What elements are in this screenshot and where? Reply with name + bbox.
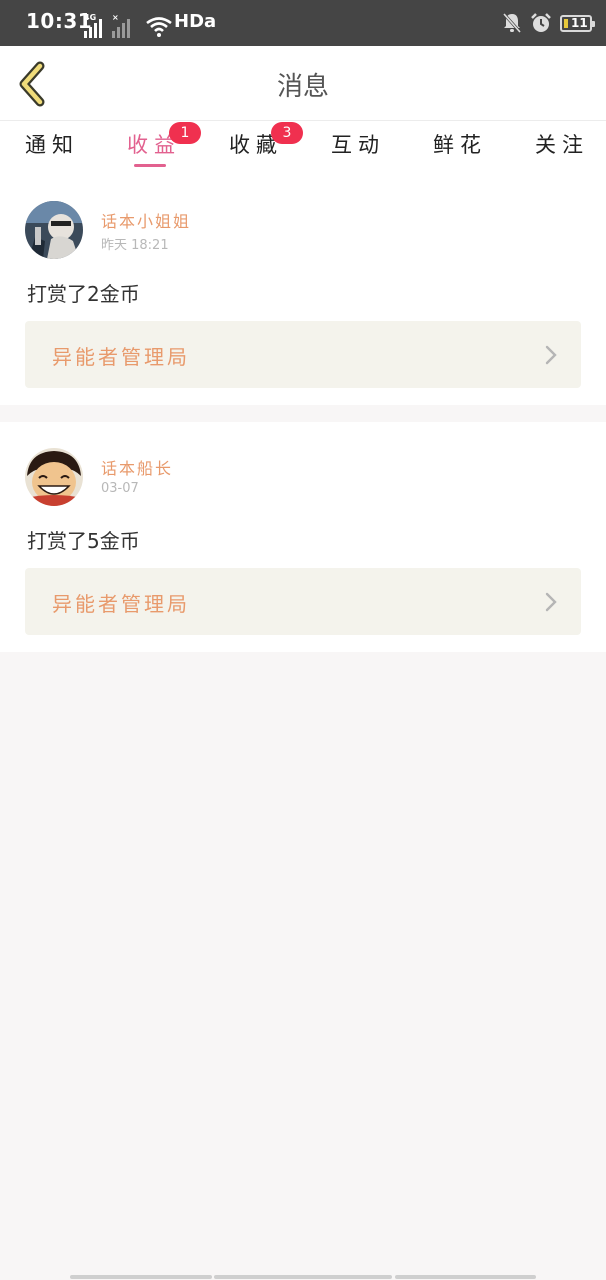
wifi-icon <box>146 17 172 37</box>
tab-label: 互动 <box>331 133 385 157</box>
tab-earnings[interactable]: 收益 1 <box>127 122 201 159</box>
tab-interactions[interactable]: 互动 <box>331 129 385 159</box>
status-bar: 10:31 4G × HDa 11 <box>0 0 606 46</box>
book-title: 异能者管理局 <box>52 345 190 369</box>
signal-indicators: 4G × <box>84 12 130 38</box>
status-time: 10:31 <box>26 9 93 33</box>
signal-no-sim-icon: × <box>112 13 130 38</box>
tab-follows[interactable]: 关注 <box>535 129 589 159</box>
tab-notifications[interactable]: 通知 <box>25 129 79 159</box>
unread-badge: 1 <box>169 122 201 144</box>
network-type: HDa <box>174 11 217 32</box>
book-link[interactable]: 异能者管理局 <box>25 321 581 388</box>
active-tab-indicator <box>134 164 166 167</box>
message-time: 03-07 <box>101 481 139 496</box>
book-title: 异能者管理局 <box>52 592 190 616</box>
header: 消息 <box>0 46 606 121</box>
tab-label: 关注 <box>535 133 589 157</box>
avatar[interactable] <box>25 448 83 506</box>
network-label: 4G <box>84 13 97 22</box>
book-link[interactable]: 异能者管理局 <box>25 568 581 635</box>
message-text: 打赏了5金币 <box>27 529 140 553</box>
tab-flowers[interactable]: 鲜花 <box>433 129 487 159</box>
tab-label: 通知 <box>25 133 79 157</box>
tab-favorites[interactable]: 收藏 3 <box>229 122 303 159</box>
message-time: 昨天 18:21 <box>101 238 169 253</box>
status-right-icons: 11 <box>502 12 595 34</box>
tab-bar: 通知 收益 1 收藏 3 互动 鲜花 关注 <box>0 121 606 175</box>
sender-name[interactable]: 话本小姐姐 <box>101 208 191 232</box>
unread-badge: 3 <box>271 122 303 144</box>
sender-name[interactable]: 话本船长 <box>101 455 173 479</box>
chevron-right-icon <box>545 592 557 612</box>
page-title: 消息 <box>276 72 329 102</box>
message-card: 话本小姐姐 昨天 18:21 打赏了2金币 异能者管理局 <box>0 175 606 405</box>
signal-icon: 4G <box>84 13 102 38</box>
battery-icon: 11 <box>560 14 595 32</box>
battery-level: 11 <box>571 15 588 30</box>
tab-label: 鲜花 <box>433 133 487 157</box>
chevron-right-icon <box>545 345 557 365</box>
navigation-gesture-bar <box>0 1275 606 1280</box>
mute-icon <box>502 13 522 33</box>
alarm-icon <box>531 13 551 32</box>
avatar[interactable] <box>25 201 83 259</box>
message-text: 打赏了2金币 <box>27 282 140 306</box>
message-card: 话本船长 03-07 打赏了5金币 异能者管理局 <box>0 422 606 652</box>
